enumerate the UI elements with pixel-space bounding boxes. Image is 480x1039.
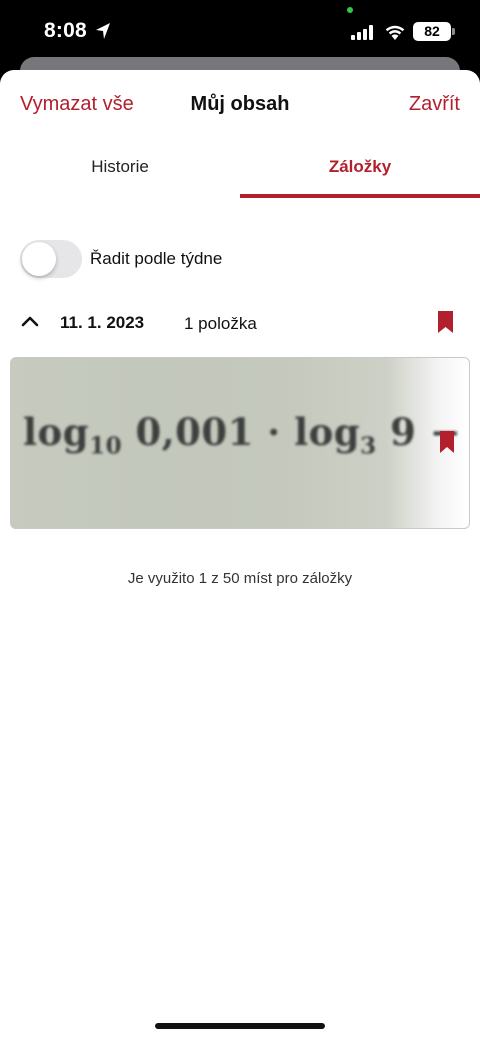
status-time: 8:08	[44, 19, 87, 42]
battery-tip	[452, 28, 455, 35]
wifi-icon	[385, 25, 405, 40]
location-arrow-icon	[96, 23, 110, 39]
card-bookmark-icon[interactable]	[439, 430, 455, 454]
active-tab-indicator	[240, 194, 480, 198]
bookmark-icon[interactable]	[437, 310, 454, 334]
chevron-up-icon[interactable]	[20, 313, 40, 329]
sort-by-week-label: Řadit podle týdne	[90, 249, 223, 268]
bookmark-usage-text: Je využito 1 z 50 míst pro záložky	[127, 570, 353, 587]
tab-bar: Historie Záložky	[0, 140, 480, 198]
sort-by-week-toggle[interactable]	[20, 240, 82, 278]
signal-icon	[351, 25, 373, 40]
camera-indicator	[347, 7, 353, 13]
status-bar: 8:08 82	[0, 0, 480, 62]
tab-history[interactable]: Historie	[0, 140, 240, 198]
sort-by-week-row: Řadit podle týdne	[20, 240, 460, 278]
battery-icon: 82	[413, 22, 451, 41]
home-indicator[interactable]	[155, 1023, 325, 1029]
sheet-header: Vymazat vše Můj obsah Zavřít	[0, 70, 480, 140]
close-button[interactable]: Zavřít	[409, 93, 460, 116]
bookmark-card[interactable]: log10 0,001 · log3 9 − log3 19	[10, 357, 470, 529]
tab-bookmarks[interactable]: Záložky	[240, 140, 480, 198]
toggle-knob	[22, 242, 56, 276]
date-group-header: 11. 1. 2023 1 položka	[0, 308, 480, 338]
group-item-count: 1 položka	[184, 314, 257, 333]
my-content-sheet: Vymazat vše Můj obsah Zavřít Historie Zá…	[0, 70, 480, 1039]
formula-image: log10 0,001 · log3 9 − log3 19	[23, 410, 461, 460]
group-date: 11. 1. 2023	[60, 313, 145, 332]
